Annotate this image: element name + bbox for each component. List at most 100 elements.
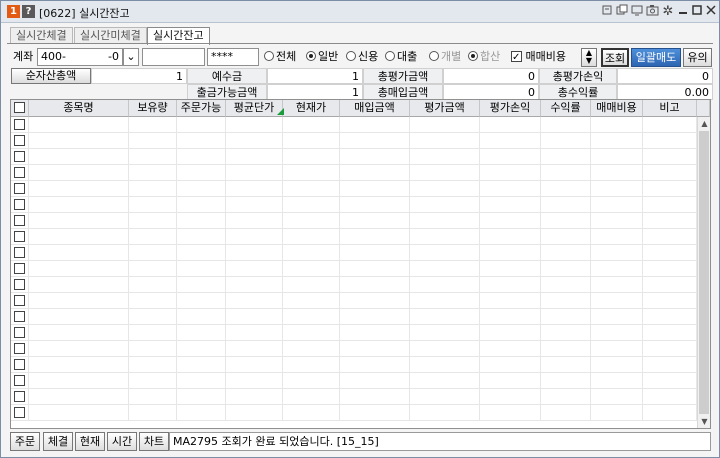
table-row[interactable]: [11, 309, 697, 325]
col-header-eval-amount[interactable]: 평가금액: [410, 100, 480, 117]
filter-all-radio[interactable]: 전체: [264, 48, 296, 66]
mode-combined-radio[interactable]: 합산: [468, 48, 500, 66]
camera-icon[interactable]: [645, 4, 659, 19]
select-all-checkbox[interactable]: [14, 102, 25, 113]
copy-icon[interactable]: [615, 4, 629, 19]
table-row[interactable]: [11, 149, 697, 165]
table-cell: [410, 373, 480, 389]
filter-credit-radio[interactable]: 신용: [346, 48, 378, 66]
time-button[interactable]: 시간: [107, 432, 137, 451]
col-header-orderable[interactable]: 주문가능: [177, 100, 226, 117]
table-row[interactable]: [11, 261, 697, 277]
table-row[interactable]: [11, 181, 697, 197]
minimize-icon[interactable]: [676, 4, 690, 19]
close-icon[interactable]: [704, 4, 718, 19]
help-badge[interactable]: ?: [22, 5, 35, 18]
table-row[interactable]: [11, 165, 697, 181]
screen-icon[interactable]: [630, 4, 644, 19]
col-header-current-price[interactable]: 현재가: [283, 100, 340, 117]
table-cell: [283, 181, 340, 197]
account-name-field[interactable]: [142, 48, 205, 66]
col-header-trade-cost[interactable]: 매매비용: [591, 100, 643, 117]
table-cell: [226, 309, 283, 325]
total-purchase-value: 0: [443, 84, 539, 100]
fee-checkbox[interactable]: 매매비용: [511, 48, 566, 67]
pin-icon[interactable]: [600, 4, 614, 19]
table-cell: [226, 325, 283, 341]
table-cell: [541, 341, 591, 357]
table-row[interactable]: [11, 213, 697, 229]
table-row[interactable]: [11, 133, 697, 149]
table-cell: [541, 357, 591, 373]
table-row[interactable]: [11, 229, 697, 245]
col-header-stock-name[interactable]: 종목명: [29, 100, 129, 117]
password-field[interactable]: ****: [207, 48, 259, 66]
window-number-badge[interactable]: 1: [7, 5, 20, 18]
table-cell: [29, 277, 129, 293]
table-cell: [11, 133, 29, 149]
net-asset-button[interactable]: 순자산총액: [11, 68, 91, 84]
table-cell: [480, 245, 541, 261]
spin-updown-button[interactable]: ▲ ▼: [581, 48, 597, 67]
table-cell: [283, 373, 340, 389]
table-cell: [29, 117, 129, 133]
table-cell: [340, 213, 410, 229]
table-cell: [340, 325, 410, 341]
table-row[interactable]: [11, 245, 697, 261]
chart-button[interactable]: 차트: [139, 432, 169, 451]
table-cell: [643, 149, 697, 165]
current-price-button[interactable]: 현재: [75, 432, 105, 451]
table-cell: [480, 373, 541, 389]
col-header-avg-price[interactable]: 평균단가: [226, 100, 283, 117]
notes-button[interactable]: 유의: [683, 48, 712, 67]
table-cell: [340, 373, 410, 389]
table-cell: [591, 133, 643, 149]
table-row[interactable]: [11, 325, 697, 341]
table-cell: [29, 197, 129, 213]
order-button[interactable]: 주문: [10, 432, 40, 451]
tab-realtime-execution[interactable]: 실시간체결: [10, 27, 73, 44]
maximize-icon[interactable]: [690, 4, 704, 19]
execution-button[interactable]: 체결: [43, 432, 73, 451]
table-row[interactable]: [11, 117, 697, 133]
table-row[interactable]: [11, 357, 697, 373]
table-row[interactable]: [11, 341, 697, 357]
withdrawable-label: 출금가능금액: [187, 84, 267, 100]
filter-loan-radio[interactable]: 대출: [385, 48, 417, 66]
title-bar[interactable]: 1 ? [0622] 실시간잔고 ✲: [1, 1, 719, 23]
col-header-purchase-amount[interactable]: 매입금액: [340, 100, 410, 117]
table-row[interactable]: [11, 277, 697, 293]
table-cell: [340, 149, 410, 165]
query-button[interactable]: 조회: [601, 48, 629, 67]
gear-icon[interactable]: ✲: [661, 4, 675, 19]
table-cell: [410, 309, 480, 325]
table-cell: [29, 373, 129, 389]
table-row[interactable]: [11, 197, 697, 213]
table-cell: [410, 389, 480, 405]
account-dropdown-button[interactable]: ⌄: [123, 48, 139, 66]
table-cell: [340, 165, 410, 181]
scroll-down-icon[interactable]: ▼: [698, 415, 710, 428]
col-header-eval-pnl[interactable]: 평가손익: [480, 100, 541, 117]
scroll-up-icon[interactable]: ▲: [698, 117, 710, 130]
col-header-remarks[interactable]: 비고: [643, 100, 697, 117]
filter-general-radio[interactable]: 일반: [306, 48, 338, 66]
table-cell: [226, 373, 283, 389]
table-row[interactable]: [11, 389, 697, 405]
mode-individual-radio[interactable]: 개별: [429, 48, 461, 66]
scrollbar-thumb[interactable]: [699, 131, 709, 414]
col-header-holdings[interactable]: 보유량: [129, 100, 177, 117]
sell-all-button[interactable]: 일괄매도: [631, 48, 681, 67]
table-cell: [177, 133, 226, 149]
tab-realtime-unexecuted[interactable]: 실시간미체결: [74, 27, 147, 44]
table-row[interactable]: [11, 373, 697, 389]
table-cell: [226, 213, 283, 229]
table-row[interactable]: [11, 405, 697, 421]
table-cell: [177, 309, 226, 325]
select-all-header[interactable]: [11, 100, 29, 117]
table-cell: [340, 261, 410, 277]
table-row[interactable]: [11, 293, 697, 309]
account-number-input[interactable]: 400- -0: [37, 48, 123, 66]
vertical-scrollbar[interactable]: ▲ ▼: [697, 117, 710, 428]
col-header-return-rate[interactable]: 수익률: [541, 100, 591, 117]
